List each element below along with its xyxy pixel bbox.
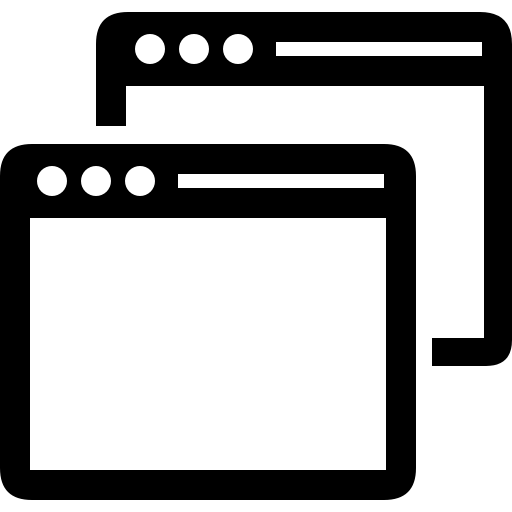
multiple-windows-icon <box>0 12 512 500</box>
back-window-dot-3 <box>223 34 253 64</box>
front-window-title-bar <box>178 174 384 188</box>
front-window <box>0 144 416 500</box>
back-window-dot-2 <box>179 34 209 64</box>
back-window-dot-1 <box>135 34 165 64</box>
front-window-dot-3 <box>125 166 155 196</box>
front-window-frame <box>0 144 416 500</box>
back-window-title-bar <box>276 42 482 56</box>
front-window-dot-2 <box>81 166 111 196</box>
icon-canvas <box>0 0 512 512</box>
front-window-dot-1 <box>37 166 67 196</box>
